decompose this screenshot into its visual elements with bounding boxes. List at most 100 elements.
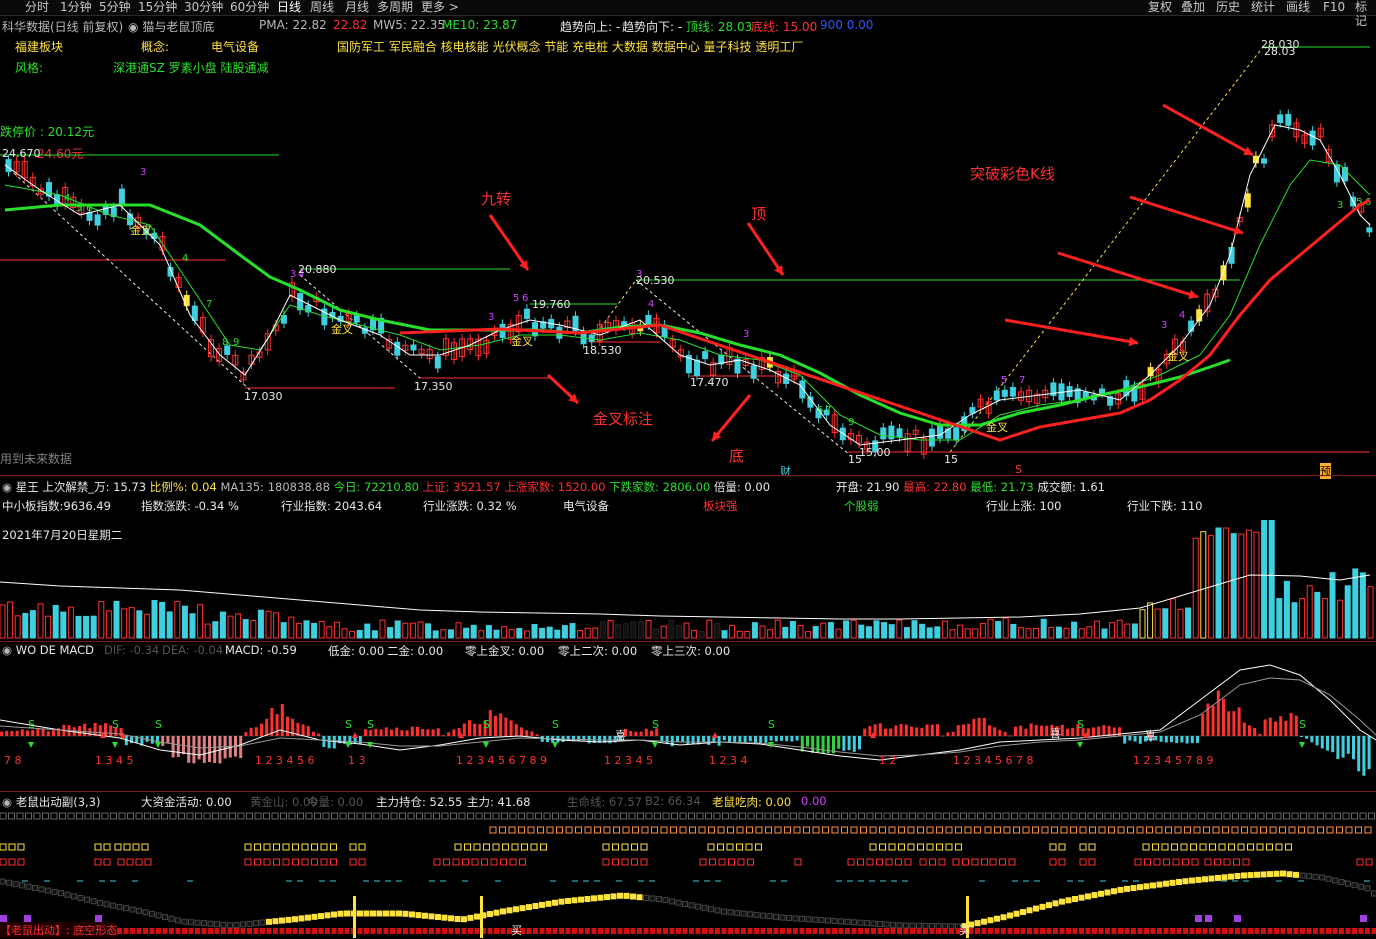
draw-line-button[interactable]: 画线 [1286, 0, 1310, 14]
signal-box [1088, 858, 1096, 866]
mouse-purple-box [1234, 915, 1241, 922]
annotation-tupo: 突破彩色K线 [970, 165, 1055, 183]
signal-box [1193, 826, 1201, 834]
signal-box [1013, 826, 1020, 834]
mouse-base-bar [227, 928, 233, 934]
mouse-stair-bar [896, 922, 903, 929]
signal-box [518, 826, 525, 834]
mouse-base-bar [500, 928, 506, 934]
marker-cai[interactable]: 财 [780, 463, 791, 479]
mouse-stair-bar [1371, 890, 1376, 897]
volume-bar [888, 624, 895, 639]
f10-button[interactable]: F10 [1323, 0, 1345, 14]
mouse-stair-bar [1338, 879, 1345, 886]
mouse-stair-bar [909, 922, 916, 929]
mouse-base-bar [689, 928, 694, 934]
volume-bar [341, 628, 348, 639]
tab-5min[interactable]: 5分钟 [99, 0, 131, 14]
tab-1min[interactable]: 1分钟 [60, 0, 92, 14]
macd-bar [5, 730, 9, 736]
volume-chart[interactable] [0, 520, 1376, 640]
overlay-button[interactable]: 叠加 [1181, 0, 1205, 14]
jincha-label-1: 金叉 [130, 224, 152, 237]
mouse-stair-bar [630, 893, 636, 900]
history-button[interactable]: 历史 [1216, 0, 1240, 14]
stats-button[interactable]: 统计 [1251, 0, 1275, 14]
annotation-ding: 顶 [751, 205, 767, 223]
mouse-stair-bar [292, 916, 298, 923]
mouse-chart[interactable] [0, 811, 1376, 939]
volume-bar [1109, 622, 1116, 639]
mouse-stair-bar [1065, 897, 1072, 904]
mouse-base-bar [546, 928, 551, 934]
mouse-stair-bar [337, 910, 344, 917]
signal-box [348, 812, 355, 820]
mouse-base-bar [1306, 928, 1312, 934]
mouse-stair-bar [240, 921, 246, 928]
tab-multi-period[interactable]: 多周期 [377, 0, 413, 14]
mouse-stair-bar [454, 916, 461, 922]
signal-box [705, 812, 712, 820]
volume-bar [159, 601, 166, 639]
mouse-dropdown-icon[interactable]: ◉ [2, 795, 12, 809]
mouse-base-bar [656, 928, 662, 934]
mouse-base-bar [1170, 928, 1175, 934]
macd-bar [405, 730, 409, 736]
signal-box [1008, 858, 1016, 866]
tab-30min[interactable]: 30分钟 [184, 0, 223, 14]
mouse-stair-bar [994, 915, 1000, 922]
signal-box [926, 826, 934, 834]
signal-box [135, 858, 143, 866]
tab-more[interactable]: 更多 > [421, 0, 459, 14]
macd-bar [1352, 736, 1355, 760]
signal-box [263, 812, 270, 820]
volume-bar [37, 603, 44, 639]
macd-bar [639, 731, 643, 736]
signal-box [1325, 812, 1333, 820]
mouse-stair-bar [1098, 890, 1104, 897]
signal-box [84, 812, 92, 820]
volume-bar [1063, 627, 1070, 639]
tab-fenshi[interactable]: 分时 [25, 0, 49, 14]
signal-box [1070, 826, 1077, 834]
mouse-base-bar [208, 928, 213, 934]
macd-bar [1008, 735, 1012, 737]
mouse-base-bar [383, 928, 389, 934]
macd-bar [1014, 726, 1017, 736]
mouse-title[interactable]: 老鼠出动副(3,3) [16, 795, 101, 809]
mouse-stair-bar [1104, 889, 1111, 896]
tab-15min[interactable]: 15分钟 [138, 0, 177, 14]
mouse-stair-bar [1163, 880, 1169, 887]
panel-dropdown-icon[interactable]: ◉ [2, 480, 12, 494]
mouse-stair-bar [987, 917, 994, 924]
signal-box [699, 858, 707, 866]
mouse-base-bar [292, 928, 298, 934]
candlestick-chart[interactable]: 33 435 63435 7343 5 66 7945 6478 9 [0, 15, 1376, 475]
mouse-stair-bar [136, 907, 142, 914]
macd-title[interactable]: WO DE MACD [16, 643, 94, 657]
mouse-stair-bar [207, 920, 214, 927]
down-arrow-icon [652, 742, 658, 748]
volume-bar [881, 622, 888, 639]
macd-bar [936, 724, 939, 736]
fuquan-button[interactable]: 复权 [1148, 0, 1172, 14]
signal-box [1250, 826, 1258, 834]
tab-daily[interactable]: 日线 [277, 0, 301, 14]
mouse-lsck: 老鼠吃肉: 0.00 [712, 795, 792, 809]
macd-chart[interactable]: SSSSSSSSSSS [0, 660, 1376, 790]
volume-bar [493, 629, 500, 639]
signal-box [0, 812, 7, 820]
signal-box [1203, 826, 1210, 834]
signal-box [773, 812, 780, 820]
marker-yu[interactable]: 预 [1320, 463, 1331, 479]
mouse-base-bar [1319, 928, 1325, 934]
signal-box [1134, 858, 1142, 866]
count-digit: 6 [522, 293, 528, 304]
tab-weekly[interactable]: 周线 [310, 0, 334, 14]
tab-60min[interactable]: 60分钟 [230, 0, 269, 14]
macd-bar [754, 736, 757, 744]
mouse-base-bar [188, 928, 194, 934]
tab-monthly[interactable]: 月线 [345, 0, 369, 14]
macd-dropdown-icon[interactable]: ◉ [2, 643, 12, 657]
mouse-stair-bar [1150, 882, 1156, 889]
